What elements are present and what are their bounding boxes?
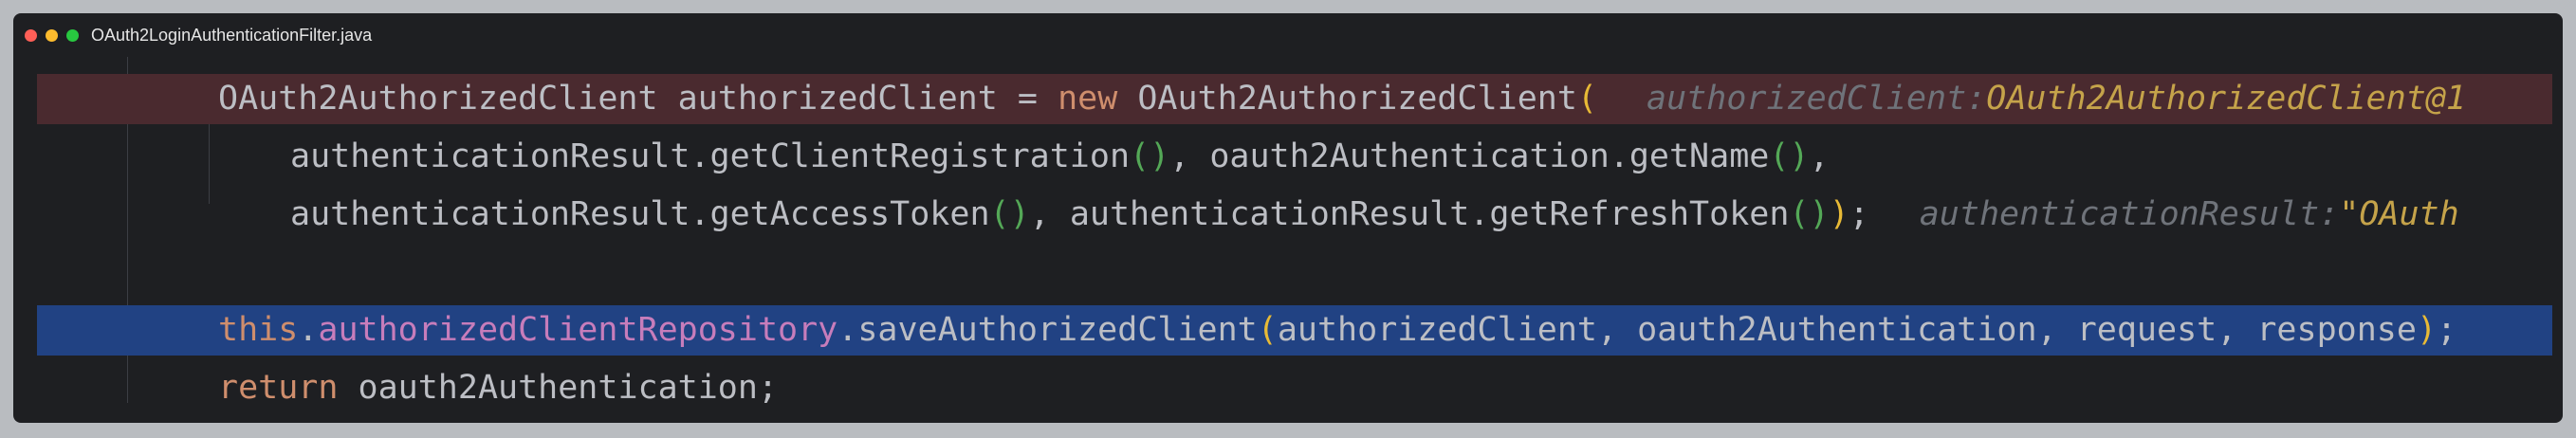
editor-window: OAuth2LoginAuthenticationFilter.java OAu… [13,13,2563,423]
method-call: authenticationResult.getClientRegistrati… [290,137,1131,175]
open-paren: ( [1257,311,1278,349]
close-paren: ) [2416,311,2438,349]
method-call: .saveAuthorizedClient [837,311,1258,349]
code-line-current[interactable]: this.authorizedClientRepository.saveAuth… [37,305,2552,356]
method-call: oauth2Authentication.getName [1209,137,1770,175]
method-parens: () [1789,195,1830,233]
close-window-button[interactable] [25,29,37,42]
method-call: authenticationResult.getRefreshToken [1069,195,1790,233]
trailing-comma: , [1809,137,1830,175]
constructor-name: OAuth2AuthorizedClient [1137,80,1577,118]
code-line-1[interactable]: OAuth2AuthorizedClient authorizedClient … [37,74,2552,124]
type-name: OAuth2AuthorizedClient [218,80,658,118]
code-line-3[interactable]: authenticationResult.getAccessToken(), a… [37,190,2552,240]
statement-end: ; [1849,195,1869,233]
code-line-2[interactable]: authenticationResult.getClientRegistrati… [37,132,2552,182]
close-paren: ) [1829,195,1849,233]
new-keyword: new [1058,80,1118,118]
code-editor[interactable]: OAuth2AuthorizedClient authorizedClient … [37,57,2552,413]
inline-debug-hint-value: OAuth2AuthorizedClient@1 [1986,80,2466,118]
dot-operator: . [298,311,319,349]
return-keyword: return [218,369,339,407]
method-parens: () [989,195,1030,233]
variable-name: authorizedClient [677,80,998,118]
method-arguments: authorizedClient, oauth2Authentication, … [1277,311,2417,349]
inline-debug-hint-label: authenticationResult: [1919,195,2340,233]
method-parens: () [1130,137,1170,175]
code-line-return[interactable]: return oauth2Authentication; [37,363,2552,413]
this-keyword: this [218,311,299,349]
window-title: OAuth2LoginAuthenticationFilter.java [91,26,373,45]
zoom-window-button[interactable] [66,29,79,42]
inline-debug-hint-label: authorizedClient: [1647,80,1987,118]
separator: , [1029,195,1070,233]
title-bar: OAuth2LoginAuthenticationFilter.java [13,13,2563,57]
method-call: authenticationResult.getAccessToken [290,195,990,233]
statement-end: ; [2437,311,2457,349]
minimize-window-button[interactable] [46,29,58,42]
separator: , [1169,137,1210,175]
open-paren: ( [1576,80,1598,118]
assign-operator: = [1017,80,1038,118]
field-reference: authorizedClientRepository [318,311,838,349]
method-parens: () [1769,137,1810,175]
return-value: oauth2Authentication; [358,369,779,407]
inline-debug-hint-value: "OAuth [2339,195,2459,233]
